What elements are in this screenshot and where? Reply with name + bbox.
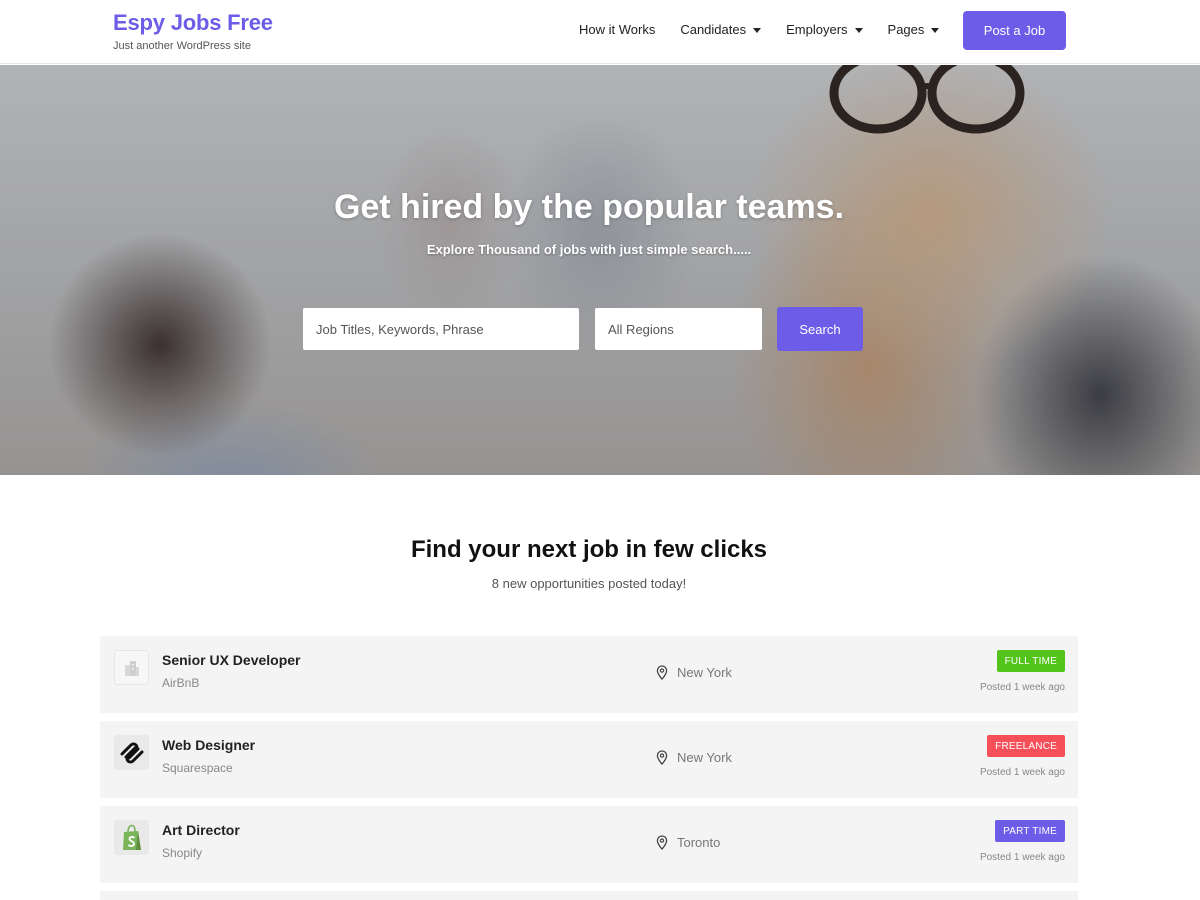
job-company: AirBnB	[162, 676, 200, 690]
nav-label: Candidates	[680, 22, 747, 37]
job-listing[interactable]: Senior UX Developer AirBnB New York FULL…	[100, 636, 1078, 713]
squarespace-logo-icon	[114, 735, 149, 770]
nav-employers[interactable]: Employers	[786, 22, 863, 37]
caret-down-icon	[931, 27, 940, 33]
search-button[interactable]: Search	[777, 307, 863, 351]
job-type-badge: FREELANCE	[987, 735, 1065, 757]
job-posted-date: Posted 1 week ago	[979, 852, 1065, 863]
nav-label: Employers	[786, 22, 848, 37]
hero-subtitle: Explore Thousand of jobs with just simpl…	[426, 242, 752, 257]
job-title[interactable]: Web Designer	[162, 737, 255, 753]
job-listing[interactable]: Art Director Shopify Toronto PART TIME P…	[100, 806, 1078, 883]
job-posted-date: Posted 1 week ago	[979, 682, 1065, 693]
hero-photo-glasses	[829, 65, 1025, 134]
job-listing[interactable]: Web Designer Squarespace New York FREELA…	[100, 721, 1078, 798]
hero-title: Get hired by the popular teams.	[333, 188, 845, 226]
job-keyword-placeholder: Job Titles, Keywords, Phrase	[316, 321, 484, 337]
region-select-value: All Regions	[608, 321, 674, 337]
nav-pages[interactable]: Pages	[888, 22, 940, 37]
job-location: Toronto	[656, 835, 720, 850]
job-location: New York	[656, 665, 732, 680]
map-pin-icon	[656, 665, 668, 680]
jobs-section-subtitle: 8 new opportunities posted today!	[491, 576, 687, 591]
map-pin-icon	[656, 750, 668, 765]
nav-label: Pages	[887, 22, 925, 37]
job-posted-date: Posted 1 week ago	[979, 767, 1065, 778]
site-tagline: Just another WordPress site	[113, 40, 251, 52]
shopify-logo-icon	[114, 820, 149, 855]
job-company: Squarespace	[162, 761, 233, 775]
map-pin-icon	[656, 835, 668, 850]
job-location-text: Toronto	[677, 835, 721, 850]
job-title[interactable]: Senior UX Developer	[162, 652, 301, 668]
job-listing-partial[interactable]	[100, 891, 1078, 900]
caret-down-icon	[753, 27, 762, 33]
nav-candidates[interactable]: Candidates	[680, 22, 762, 37]
job-company: Shopify	[162, 846, 203, 860]
job-location: New York	[656, 750, 732, 765]
region-select[interactable]: All Regions	[595, 308, 762, 350]
job-type-badge: PART TIME	[995, 820, 1065, 842]
site-header: Espy Jobs Free Just another WordPress si…	[0, 0, 1200, 64]
hero-banner: Get hired by the popular teams. Explore …	[0, 65, 1200, 475]
job-title[interactable]: Art Director	[162, 822, 240, 838]
caret-down-icon	[854, 27, 863, 33]
building-placeholder-icon	[114, 650, 149, 685]
nav-label: How it Works	[579, 22, 656, 37]
nav-how-it-works[interactable]: How it Works	[579, 22, 655, 37]
job-keyword-input[interactable]: Job Titles, Keywords, Phrase	[303, 308, 579, 350]
job-location-text: New York	[677, 665, 732, 680]
main-nav: How it Works Candidates Employers Pages	[579, 22, 964, 37]
jobs-section-title: Find your next job in few clicks	[410, 536, 768, 563]
job-type-badge: FULL TIME	[996, 650, 1065, 672]
post-job-button[interactable]: Post a Job	[963, 11, 1066, 50]
job-location-text: New York	[677, 750, 732, 765]
site-title[interactable]: Espy Jobs Free	[113, 10, 273, 36]
